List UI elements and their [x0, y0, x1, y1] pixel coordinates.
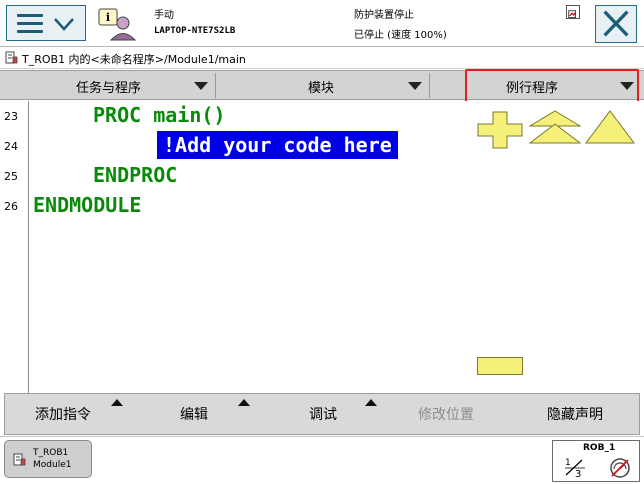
- program-editor-task-tab[interactable]: T_ROB1 Module1: [4, 440, 92, 478]
- controller-name: LAPTOP-NTE7S2LB: [154, 26, 236, 36]
- tab-modules[interactable]: 模块: [216, 71, 428, 100]
- button-label: 隐藏声明: [547, 407, 603, 423]
- close-icon: [603, 10, 629, 37]
- zoom-in-button[interactable]: [476, 110, 524, 150]
- speed-icon: [610, 458, 630, 478]
- tab-label: 任务与程序: [76, 81, 142, 96]
- menu-icon: [17, 14, 43, 34]
- debug-button[interactable]: 调试: [259, 394, 385, 434]
- scroll-up-icon: [585, 110, 635, 144]
- program-icon: [13, 453, 26, 466]
- bottom-toolbar: 添加指令 编辑 调试 修改位置 隐藏声明: [4, 393, 640, 435]
- add-instruction-button[interactable]: 添加指令: [5, 394, 131, 434]
- run-state: 已停止 (速度 100%): [354, 30, 447, 41]
- plus-icon: [477, 111, 523, 149]
- close-button[interactable]: [595, 5, 637, 43]
- operating-mode: 手动: [154, 10, 174, 21]
- code-line[interactable]: ENDPROC: [93, 163, 177, 187]
- code-line-selected[interactable]: !Add your code here: [157, 131, 398, 159]
- code-line[interactable]: PROC main(): [93, 103, 225, 127]
- task-bar: [0, 436, 644, 484]
- status-panel: 手动 LAPTOP-NTE7S2LB 防护装置停止 已停止 (速度 100%): [148, 2, 588, 44]
- operator-icon[interactable]: i: [97, 7, 137, 41]
- svg-text:i: i: [106, 11, 110, 24]
- chevron-up-icon: [238, 399, 250, 406]
- chevron-down-icon: [194, 82, 208, 90]
- monitor-icon[interactable]: [566, 5, 580, 19]
- chevron-up-icon: [111, 399, 123, 406]
- task-module: Module1: [33, 460, 72, 470]
- program-path: T_ROB1 内的<未命名程序>/Module1/main: [22, 53, 246, 66]
- button-label: 编辑: [180, 407, 208, 423]
- main-menu-button[interactable]: [6, 5, 86, 41]
- hide-declarations-button[interactable]: 隐藏声明: [513, 394, 639, 434]
- edit-button[interactable]: 编辑: [132, 394, 258, 434]
- page-up-button[interactable]: [529, 110, 581, 144]
- tab-label: 模块: [308, 81, 335, 96]
- line-number: 25: [4, 170, 18, 183]
- task-name: T_ROB1: [33, 448, 69, 458]
- line-number: 26: [4, 200, 18, 213]
- button-label: 调试: [309, 407, 337, 423]
- program-path-bar: T_ROB1 内的<未命名程序>/Module1/main: [0, 47, 644, 69]
- code-line[interactable]: ENDMODULE: [33, 193, 141, 217]
- safety-state: 防护装置停止: [354, 10, 414, 21]
- chevron-up-icon: [365, 399, 377, 406]
- modify-position-button[interactable]: 修改位置: [386, 394, 512, 434]
- page-up-icon: [529, 110, 581, 144]
- chevron-down-icon: [54, 18, 74, 31]
- zoom-out-button[interactable]: [477, 357, 523, 375]
- scroll-up-button[interactable]: [585, 110, 635, 144]
- line-number: 24: [4, 140, 18, 153]
- svg-text:1: 1: [565, 458, 571, 468]
- button-label: 添加指令: [35, 407, 91, 423]
- svg-text:3: 3: [575, 469, 581, 479]
- quickset-panel[interactable]: ROB_1 1 3: [552, 440, 640, 482]
- line-number: 23: [4, 110, 18, 123]
- button-label: 修改位置: [418, 407, 474, 423]
- program-icon: [5, 51, 18, 64]
- line-number-gutter: 23 24 25 26: [0, 101, 29, 393]
- chevron-down-icon: [408, 82, 422, 90]
- robot-increment-icon: 1 3: [565, 458, 585, 479]
- robot-label: ROB_1: [583, 443, 616, 453]
- tab-tasks-and-programs[interactable]: 任务与程序: [0, 71, 214, 100]
